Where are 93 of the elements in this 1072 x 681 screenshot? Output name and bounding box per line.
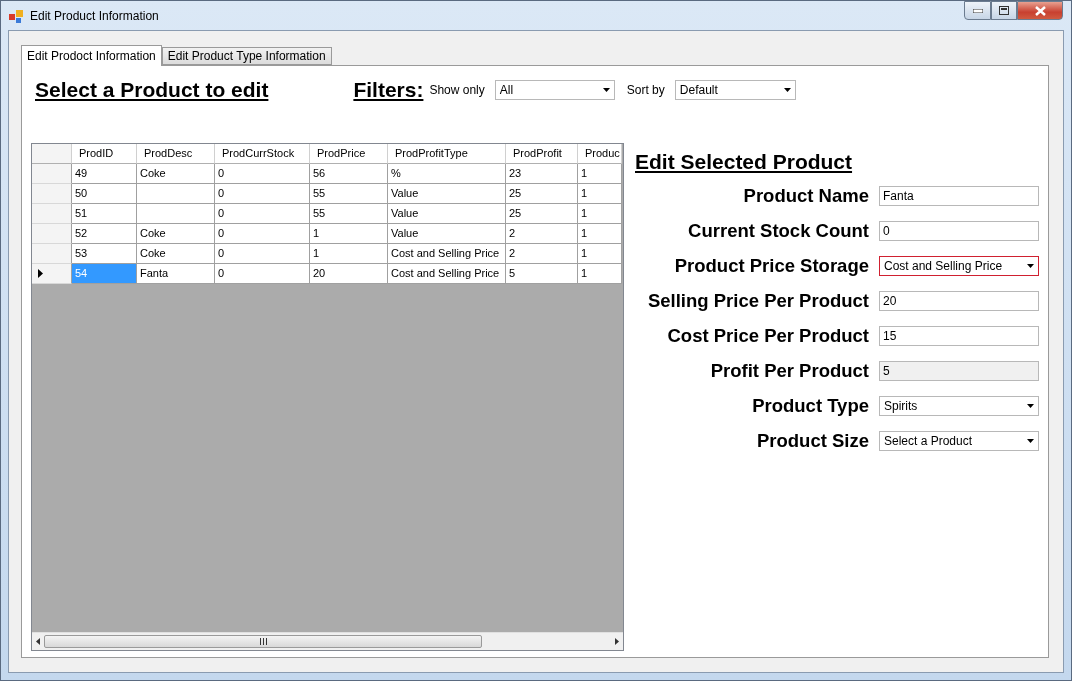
input-field[interactable]: 20 [879,290,1039,311]
table-cell: 0 [215,204,310,224]
column-header[interactable]: ProdDesc [137,144,215,164]
table-cell: 20 [310,264,388,284]
table-cell: Value [388,224,506,244]
table-cell: 1 [578,164,622,184]
table-cell: 25 [506,184,578,204]
table-cell: 1 [578,244,622,264]
table-cell: 2 [506,244,578,264]
table-cell: 0 [215,244,310,264]
table-cell: 1 [578,184,622,204]
scroll-right-icon [615,638,619,645]
column-header[interactable]: ProdID [72,144,137,164]
maximize-icon [999,6,1009,15]
table-cell: 1 [578,204,622,224]
filters-heading: Filters: [353,78,424,102]
tab[interactable]: Edit Product Type Information [161,47,332,65]
table-cell: 49 [72,164,137,184]
field-label: Cost Price Per Product [666,324,869,347]
scrollbar-thumb[interactable] [44,635,482,648]
table-cell: 1 [310,224,388,244]
section-heading: Select a Product to edit [35,78,269,102]
column-header[interactable]: Produc [578,144,622,164]
table-cell: Cost and Selling Price [388,264,506,284]
dropdown-arrow-icon [1027,263,1034,268]
table-cell: 54 [72,264,137,284]
grip-icon [259,638,267,645]
table-cell: 0 [215,164,310,184]
column-header[interactable]: ProdPrice [310,144,388,164]
table-cell: % [388,164,506,184]
dropdown-field[interactable]: Cost and Selling Price [879,255,1039,276]
field-label: Selling Price Per Product [646,289,869,312]
table-cell: 25 [506,204,578,224]
show-only-dropdown[interactable]: All [494,80,615,100]
table-cell: 55 [310,184,388,204]
table-cell: 0 [215,264,310,284]
window-title: Edit Product Information [30,8,159,23]
show-only-label: Show only [429,83,485,97]
table-cell: Cost and Selling Price [388,244,506,264]
table-cell: 0 [215,184,310,204]
table-cell: 0 [215,224,310,244]
table-cell: 50 [72,184,137,204]
table-cell: 52 [72,224,137,244]
sort-by-dropdown[interactable]: Default [674,80,796,100]
table-cell: Coke [137,224,215,244]
table-cell: Coke [137,164,215,184]
table-cell: Fanta [137,264,215,284]
field-label: Product Name [742,184,869,207]
table-cell: Coke [137,244,215,264]
input-field[interactable]: 15 [879,325,1039,346]
field-label: Product Price Storage [673,254,869,277]
close-icon [1034,5,1046,16]
horizontal-scrollbar[interactable] [32,632,623,650]
app-icon [8,7,24,24]
tab[interactable]: Edit Prodoct Information [21,45,162,66]
table-cell: 23 [506,164,578,184]
row-header[interactable] [32,264,72,284]
table-cell: 53 [72,244,137,264]
column-header[interactable]: ProdProfit [506,144,578,164]
field-label: Current Stock Count [687,219,869,242]
dropdown-arrow-icon [783,88,791,92]
input-field[interactable]: 0 [879,220,1039,241]
field-label: Product Type [751,394,869,417]
field-label: Product Size [755,429,869,452]
panel-heading: Edit Selected Product [634,150,854,175]
column-header[interactable]: ProdProfitType [388,144,506,164]
table-cell: 1 [578,264,622,284]
table-cell: Value [388,184,506,204]
table-cell: 1 [578,224,622,244]
sort-by-label: Sort by [626,83,665,97]
grid-corner [32,144,72,164]
maximize-button[interactable] [991,1,1017,20]
dropdown-arrow-icon [1027,403,1034,408]
table-cell: 56 [310,164,388,184]
input-field[interactable]: Fanta [879,185,1039,206]
dropdown-arrow-icon [602,88,610,92]
dropdown-field[interactable]: Spirits [879,395,1039,416]
input-field[interactable]: 5 [879,360,1039,381]
table-cell: 55 [310,204,388,224]
table-cell: 51 [72,204,137,224]
close-button[interactable] [1017,1,1063,20]
table-cell: 2 [506,224,578,244]
minimize-button[interactable] [964,1,991,20]
dropdown-field[interactable]: Select a Product [879,430,1039,451]
current-row-icon [38,269,43,278]
dropdown-arrow-icon [1027,438,1034,443]
table-cell: 1 [310,244,388,264]
table-cell: Value [388,204,506,224]
table-cell: 5 [506,264,578,284]
scroll-left-icon [36,638,40,645]
minimize-icon [972,8,983,13]
column-header[interactable]: ProdCurrStock [215,144,310,164]
field-label: Profit Per Product [709,359,869,382]
